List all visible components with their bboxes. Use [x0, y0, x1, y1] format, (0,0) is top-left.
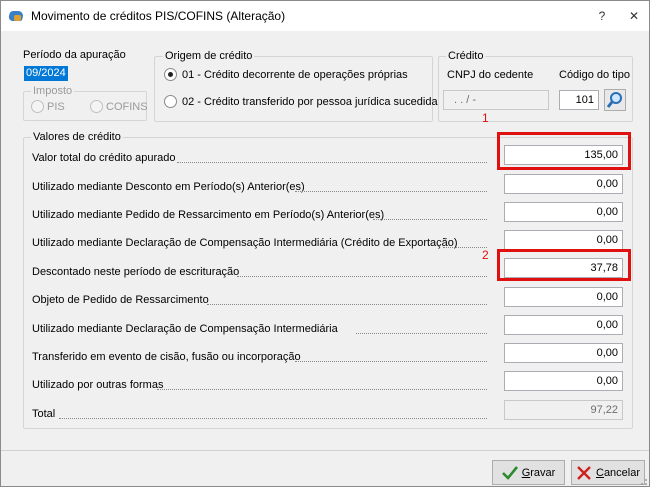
row-leader	[295, 191, 487, 192]
resize-grip-icon[interactable]	[637, 475, 648, 486]
highlight-box-1	[497, 132, 631, 170]
row-leader	[295, 361, 487, 362]
total-label: Total	[32, 408, 56, 420]
row-label: Descontado neste período de escrituração	[32, 266, 240, 278]
save-accel: G	[521, 466, 531, 479]
row-leader	[177, 162, 487, 163]
row-leader	[207, 304, 487, 305]
row-leader	[59, 418, 487, 419]
highlight-box-2	[497, 249, 631, 281]
row-value-field[interactable]: 0,00	[504, 315, 623, 335]
x-icon	[577, 465, 591, 480]
origem-label: Origem de crédito	[163, 50, 255, 62]
save-label: ravar	[530, 466, 556, 479]
row-value-field[interactable]: 0,00	[504, 174, 623, 194]
row-label: Utilizado mediante Declaração de Compens…	[32, 323, 338, 335]
checkmark-icon	[501, 465, 518, 480]
row-label: Transferido em evento de cisão, fusão ou…	[32, 351, 301, 363]
radio-origem-02[interactable]	[164, 95, 177, 108]
credito-label: Crédito	[446, 50, 486, 62]
codigo-label: Código do tipo	[559, 69, 630, 81]
origem-group	[154, 56, 433, 122]
row-leader	[443, 247, 487, 248]
codigo-field[interactable]: 101	[559, 90, 599, 110]
app-logo-icon	[9, 9, 25, 23]
imposto-label: Imposto	[31, 85, 75, 97]
row-leader	[237, 276, 487, 277]
cancel-label: ancelar	[603, 466, 641, 479]
row-leader	[373, 219, 487, 220]
row-leader	[157, 389, 487, 390]
cnpj-label: CNPJ do cedente	[447, 69, 534, 81]
row-label: Objeto de Pedido de Ressarcimento	[32, 294, 209, 306]
row-label: Valor total do crédito apurado	[32, 152, 176, 164]
row-label: Utilizado mediante Desconto em Período(s…	[32, 181, 305, 193]
footer-divider	[1, 450, 649, 451]
row-value-field[interactable]: 0,00	[504, 287, 623, 307]
search-button[interactable]	[604, 89, 626, 111]
dialog-window: Movimento de créditos PIS/COFINS (Altera…	[0, 0, 650, 487]
row-value-field[interactable]: 0,00	[504, 202, 623, 222]
cancel-accel: C	[595, 466, 604, 479]
radio-pis[interactable]	[31, 100, 44, 113]
periodo-value[interactable]: 09/2024	[24, 66, 68, 81]
valores-label: Valores de crédito	[31, 131, 123, 143]
save-button[interactable]: Gravar	[492, 460, 565, 485]
help-icon[interactable]: ?	[595, 9, 609, 23]
total-value-field: 97,22	[504, 400, 623, 420]
row-label: Utilizado mediante Pedido de Ressarcimen…	[32, 209, 385, 221]
close-icon[interactable]: ✕	[627, 9, 641, 23]
radio-origem-01[interactable]	[164, 68, 177, 81]
title-bar: Movimento de créditos PIS/COFINS (Altera…	[1, 1, 649, 31]
row-leader	[356, 333, 487, 334]
radio-cofins-label: COFINS	[106, 101, 148, 113]
annotation-2: 2	[482, 248, 489, 262]
search-icon	[606, 92, 622, 108]
cnpj-field[interactable]: . . / -	[443, 90, 549, 110]
cancel-button[interactable]: Cancelar	[571, 460, 645, 485]
row-value-field[interactable]: 0,00	[504, 371, 623, 391]
origem-option-02: 02 - Crédito transferido por pessoa jurí…	[182, 96, 438, 108]
radio-cofins[interactable]	[90, 100, 103, 113]
periodo-label: Período da apuração	[23, 49, 126, 61]
row-value-field[interactable]: 0,00	[504, 230, 623, 250]
origem-option-01: 01 - Crédito decorrente de operações pró…	[182, 69, 408, 81]
window-title: Movimento de créditos PIS/COFINS (Altera…	[31, 9, 286, 23]
row-label: Utilizado mediante Declaração de Compens…	[32, 237, 458, 249]
row-value-field[interactable]: 0,00	[504, 343, 623, 363]
row-label: Utilizado por outras formas	[32, 379, 164, 391]
radio-pis-label: PIS	[47, 101, 65, 113]
annotation-1: 1	[482, 111, 489, 125]
